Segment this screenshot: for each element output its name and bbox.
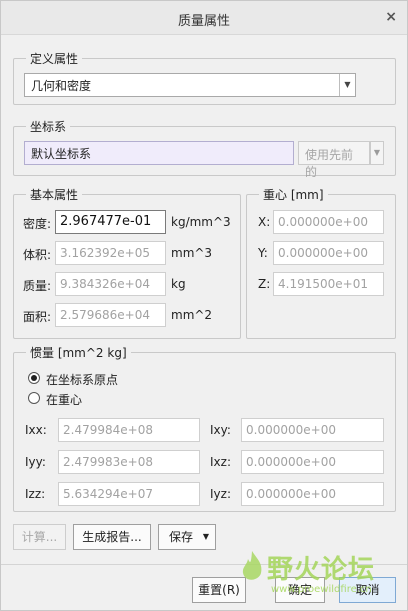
ixx-field: 2.479984e+08 (58, 418, 200, 442)
ixz-label: Ixz: (210, 455, 231, 469)
centroid-z-field: 4.191500e+01 (273, 272, 384, 296)
chevron-down-icon[interactable]: ▼ (339, 74, 355, 96)
title-bar: 质量属性 × (1, 1, 407, 35)
mass-label: 质量: (23, 279, 52, 293)
iyy-label: Iyy: (25, 455, 46, 469)
ixx-label: Ixx: (25, 423, 47, 437)
method-select[interactable]: 几何和密度 ▼ (24, 73, 356, 97)
mass-unit: kg (171, 277, 186, 291)
ixz-field: 0.000000e+00 (241, 450, 384, 474)
centroid-y-label: Y: (258, 246, 268, 260)
ixy-field: 0.000000e+00 (241, 418, 384, 442)
method-select-value: 几何和密度 (31, 79, 92, 93)
generate-report-button[interactable]: 生成报告... (73, 524, 151, 550)
area-unit: mm^2 (171, 308, 213, 322)
radio-at-origin[interactable] (28, 372, 40, 384)
area-field: 2.579686e+04 (55, 303, 166, 327)
basic-properties-label: 基本属性 (26, 186, 83, 203)
izz-field: 5.634294e+07 (58, 482, 200, 506)
define-properties-label: 定义属性 (26, 50, 83, 67)
compute-button[interactable]: 计算... (13, 524, 66, 550)
izz-label: Izz: (25, 487, 46, 501)
forum-watermark: 野火论坛 www.proewildfire.cn (231, 549, 391, 605)
radio-at-centroid-label: 在重心 (46, 393, 83, 407)
density-unit: kg/mm^3 (171, 215, 231, 229)
centroid-label: 重心 [mm] (259, 186, 328, 203)
mass-properties-dialog: 质量属性 × 定义属性 几何和密度 ▼ 坐标系 默认坐标系 使用先前的 ▼ 基本… (0, 0, 408, 611)
iyy-field: 2.479983e+08 (58, 450, 200, 474)
density-input[interactable]: 2.967477e-01 (55, 210, 166, 234)
ixy-label: Ixy: (210, 423, 231, 437)
coordinate-system-value: 默认坐标系 (31, 147, 92, 161)
radio-at-centroid[interactable] (28, 392, 40, 404)
centroid-x-label: X: (258, 215, 271, 229)
density-label: 密度: (23, 217, 52, 231)
save-chevron-down-icon[interactable]: ▼ (203, 525, 209, 549)
volume-field: 3.162392e+05 (55, 241, 166, 265)
radio-at-origin-label: 在坐标系原点 (46, 373, 119, 387)
use-previous-chevron-icon[interactable]: ▼ (370, 141, 384, 165)
dialog-title: 质量属性 (177, 14, 230, 29)
iyz-label: Iyz: (210, 487, 231, 501)
coordinate-system-field[interactable]: 默认坐标系 (24, 141, 294, 165)
save-button[interactable]: 保存 ▼ (158, 524, 216, 550)
centroid-x-field: 0.000000e+00 (273, 210, 384, 234)
watermark-text: 野火论坛 (267, 555, 376, 585)
coordinate-system-label: 坐标系 (26, 118, 71, 135)
use-previous-button[interactable]: 使用先前的 (298, 141, 370, 179)
save-button-label: 保存 (169, 530, 194, 544)
close-icon[interactable]: × (385, 9, 397, 25)
watermark-url: www.proewildfire.cn (271, 584, 372, 595)
mass-field: 9.384326e+04 (55, 272, 166, 296)
area-label: 面积: (23, 310, 52, 324)
flame-logo-icon (242, 551, 262, 580)
iyz-field: 0.000000e+00 (241, 482, 384, 506)
centroid-z-label: Z: (258, 277, 271, 291)
volume-unit: mm^3 (171, 246, 213, 260)
centroid-y-field: 0.000000e+00 (273, 241, 384, 265)
volume-label: 体积: (23, 248, 52, 262)
inertia-label: 惯量 [mm^2 kg] (26, 344, 131, 361)
